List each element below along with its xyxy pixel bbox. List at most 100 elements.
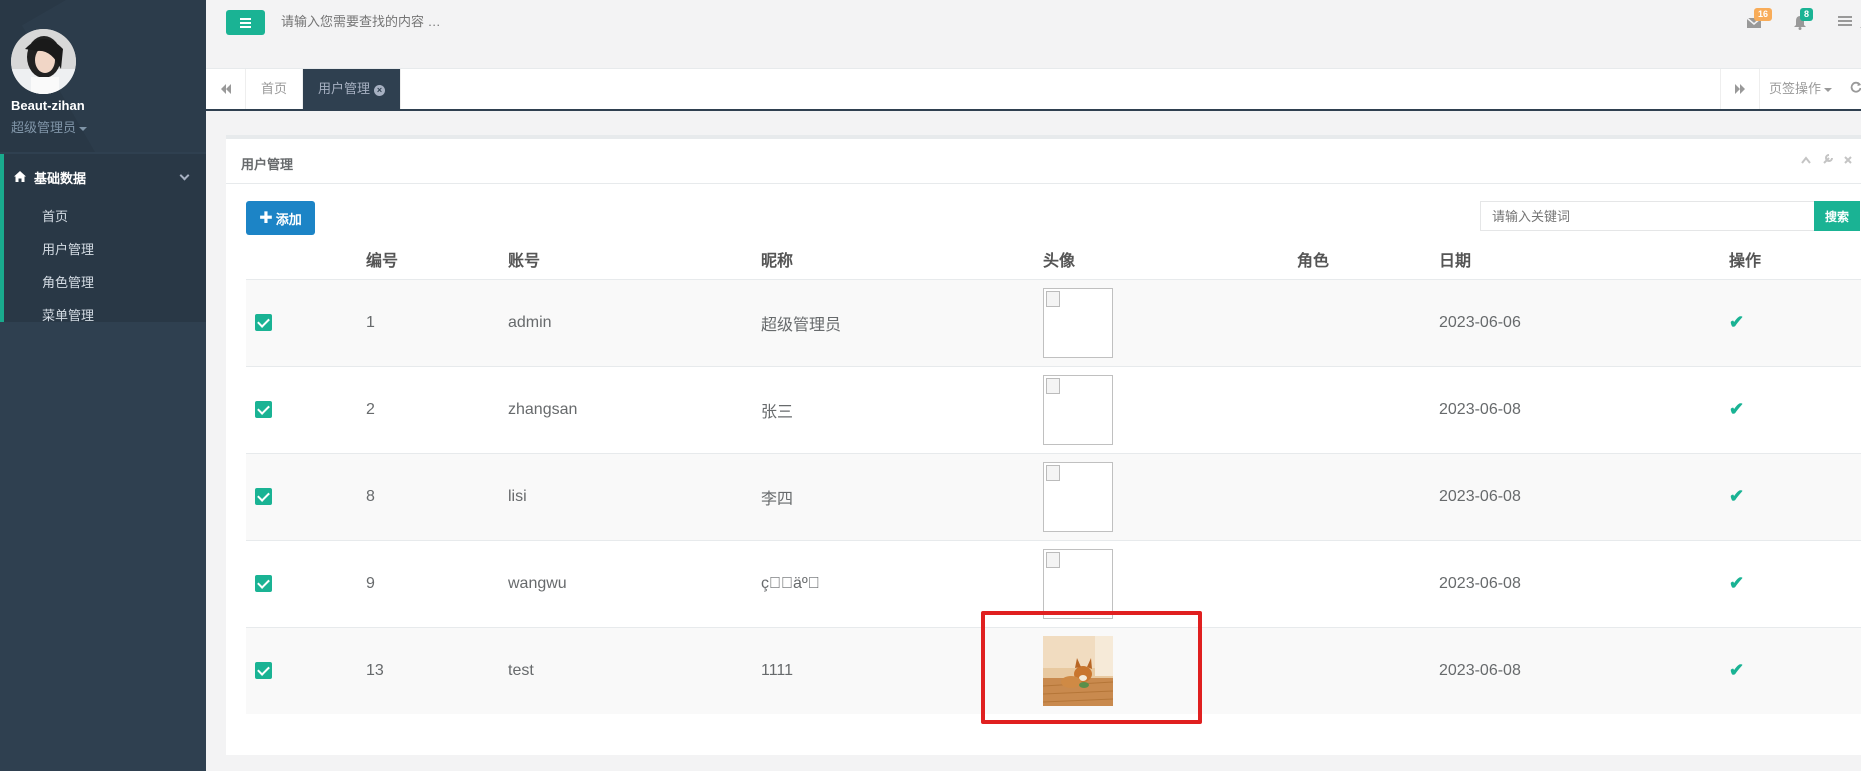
mail-count-badge: 16 — [1753, 7, 1772, 21]
sidebar-item-menus[interactable]: 菜单管理 — [4, 299, 206, 332]
check-icon[interactable]: ✔ — [1729, 486, 1744, 506]
panel-tools — [1801, 153, 1852, 167]
nav-sub-list: 首页 用户管理 角色管理 菜单管理 — [4, 200, 206, 332]
panel-title: 用户管理 — [226, 139, 1861, 184]
table-row: 1 admin 超级管理员 2023-06-06 ✔ — [246, 278, 1861, 366]
cell-id: 1 — [366, 278, 508, 366]
cell-nickname: 超级管理员 — [761, 278, 1043, 366]
cell-account: wangwu — [508, 539, 761, 627]
top-icons: 16 8 主 — [1746, 7, 1861, 31]
row-checkbox[interactable] — [255, 574, 272, 592]
user-role-label: 超级管理员 — [11, 120, 77, 135]
cell-date: 2023-06-08 — [1439, 365, 1729, 453]
mail-icon[interactable]: 16 — [1746, 7, 1772, 30]
plus-icon: ✚ — [259, 210, 273, 227]
checkbox-column-header — [246, 239, 366, 280]
nav-group-header[interactable]: 基础数据 — [4, 154, 206, 200]
row-checkbox[interactable] — [255, 400, 272, 418]
double-chevron-left-icon — [220, 84, 231, 94]
close-icon[interactable]: × — [374, 85, 386, 96]
user-role-dropdown[interactable]: 超级管理员 — [11, 117, 88, 136]
profile-area: Beaut-zihan 超级管理员 — [0, 0, 206, 152]
row-checkbox[interactable] — [255, 487, 272, 505]
top-bar: 16 8 主 — [206, 0, 1861, 69]
cell-date: 2023-06-06 — [1439, 278, 1729, 366]
column-header[interactable]: 编号 — [366, 239, 508, 280]
tabs-bar: 首页 用户管理 × 页签操作 — [206, 69, 1861, 111]
menu-icon-line — [240, 22, 251, 24]
cell-date: 2023-06-08 — [1439, 452, 1729, 540]
cell-id: 9 — [366, 539, 508, 627]
wrench-icon[interactable] — [1822, 154, 1833, 164]
sidebar-item-home[interactable]: 首页 — [4, 200, 206, 233]
column-header[interactable]: 角色 — [1297, 239, 1439, 280]
check-icon[interactable]: ✔ — [1729, 660, 1744, 680]
bell-count-badge: 8 — [1799, 7, 1813, 21]
column-header[interactable]: 头像 — [1043, 239, 1297, 280]
home-icon — [14, 170, 26, 185]
caret-down-icon — [79, 126, 88, 131]
cell-id: 2 — [366, 365, 508, 453]
table-row: 8 lisi 李四 2023-06-08 ✔ — [246, 452, 1861, 540]
cell-id: 13 — [366, 626, 508, 714]
check-icon[interactable]: ✔ — [1729, 573, 1744, 593]
cell-role — [1297, 626, 1439, 714]
cell-nickname: 张三 — [761, 365, 1043, 453]
column-header[interactable]: 操作 — [1729, 239, 1861, 280]
tasks-icon[interactable] — [1837, 14, 1854, 30]
sidebar: Beaut-zihan 超级管理员 基础数据 首页 用户管理 角色管理 菜单管理 — [0, 0, 206, 771]
cell-account: admin — [508, 278, 761, 366]
bell-icon[interactable]: 8 — [1792, 7, 1813, 30]
search-button[interactable]: 搜索 — [1814, 201, 1860, 231]
sidebar-item-users[interactable]: 用户管理 — [4, 233, 206, 266]
refresh-icon[interactable] — [1850, 69, 1861, 109]
cell-date: 2023-06-08 — [1439, 539, 1729, 627]
tab-home[interactable]: 首页 — [246, 69, 304, 109]
broken-avatar-image — [1043, 461, 1113, 532]
add-user-button[interactable]: ✚ 添加 — [246, 201, 315, 235]
cell-account: lisi — [508, 452, 761, 540]
sidebar-item-roles[interactable]: 角色管理 — [4, 266, 206, 299]
global-search-input[interactable] — [281, 14, 681, 29]
close-icon[interactable] — [1844, 156, 1852, 164]
row-checkbox[interactable] — [255, 662, 272, 680]
tab-user-management[interactable]: 用户管理 × — [303, 69, 402, 109]
double-chevron-right-icon — [1735, 84, 1745, 94]
tab-scroll-left-button[interactable] — [206, 69, 246, 109]
row-checkbox[interactable] — [255, 313, 272, 331]
broken-avatar-image — [1043, 287, 1113, 358]
user-name: Beaut-zihan — [11, 98, 85, 113]
cell-date: 2023-06-08 — [1439, 626, 1729, 714]
chevron-down-icon — [179, 170, 190, 181]
collapse-icon[interactable] — [1801, 156, 1812, 164]
broken-avatar-image — [1043, 548, 1113, 619]
column-header[interactable]: 日期 — [1439, 239, 1729, 280]
column-header[interactable]: 账号 — [508, 239, 761, 280]
table-row: 2 zhangsan 张三 2023-06-08 ✔ — [246, 365, 1861, 453]
tab-scroll-right-button[interactable] — [1720, 69, 1760, 109]
column-header[interactable]: 昵称 — [761, 239, 1043, 280]
avatar[interactable] — [11, 29, 76, 94]
panel-title-text: 用户管理 — [241, 157, 294, 172]
cell-role — [1297, 452, 1439, 540]
nav-group-label: 基础数据 — [34, 170, 87, 186]
tab-ops-dropdown[interactable]: 页签操作 — [1769, 69, 1833, 109]
add-label: 添加 — [275, 211, 302, 227]
cell-role — [1297, 539, 1439, 627]
red-highlight-box — [981, 611, 1202, 724]
cell-account: test — [508, 626, 761, 714]
tab-label: 用户管理 — [318, 81, 371, 96]
cell-nickname: 李四 — [761, 452, 1043, 540]
cell-account: zhangsan — [508, 365, 761, 453]
cell-role — [1297, 365, 1439, 453]
check-icon[interactable]: ✔ — [1729, 312, 1744, 332]
check-icon[interactable]: ✔ — [1729, 399, 1744, 419]
nav-group-basic-data: 基础数据 首页 用户管理 角色管理 菜单管理 — [0, 154, 206, 323]
broken-avatar-image — [1043, 374, 1113, 445]
cell-id: 8 — [366, 452, 508, 540]
keyword-search-input[interactable] — [1480, 201, 1816, 231]
table-header-row: 编号 账号 昵称 头像 角色 日期 操作 — [246, 239, 1861, 280]
menu-icon-line — [240, 18, 251, 20]
menu-toggle-button[interactable] — [226, 10, 265, 35]
caret-down-icon — [1824, 87, 1833, 92]
